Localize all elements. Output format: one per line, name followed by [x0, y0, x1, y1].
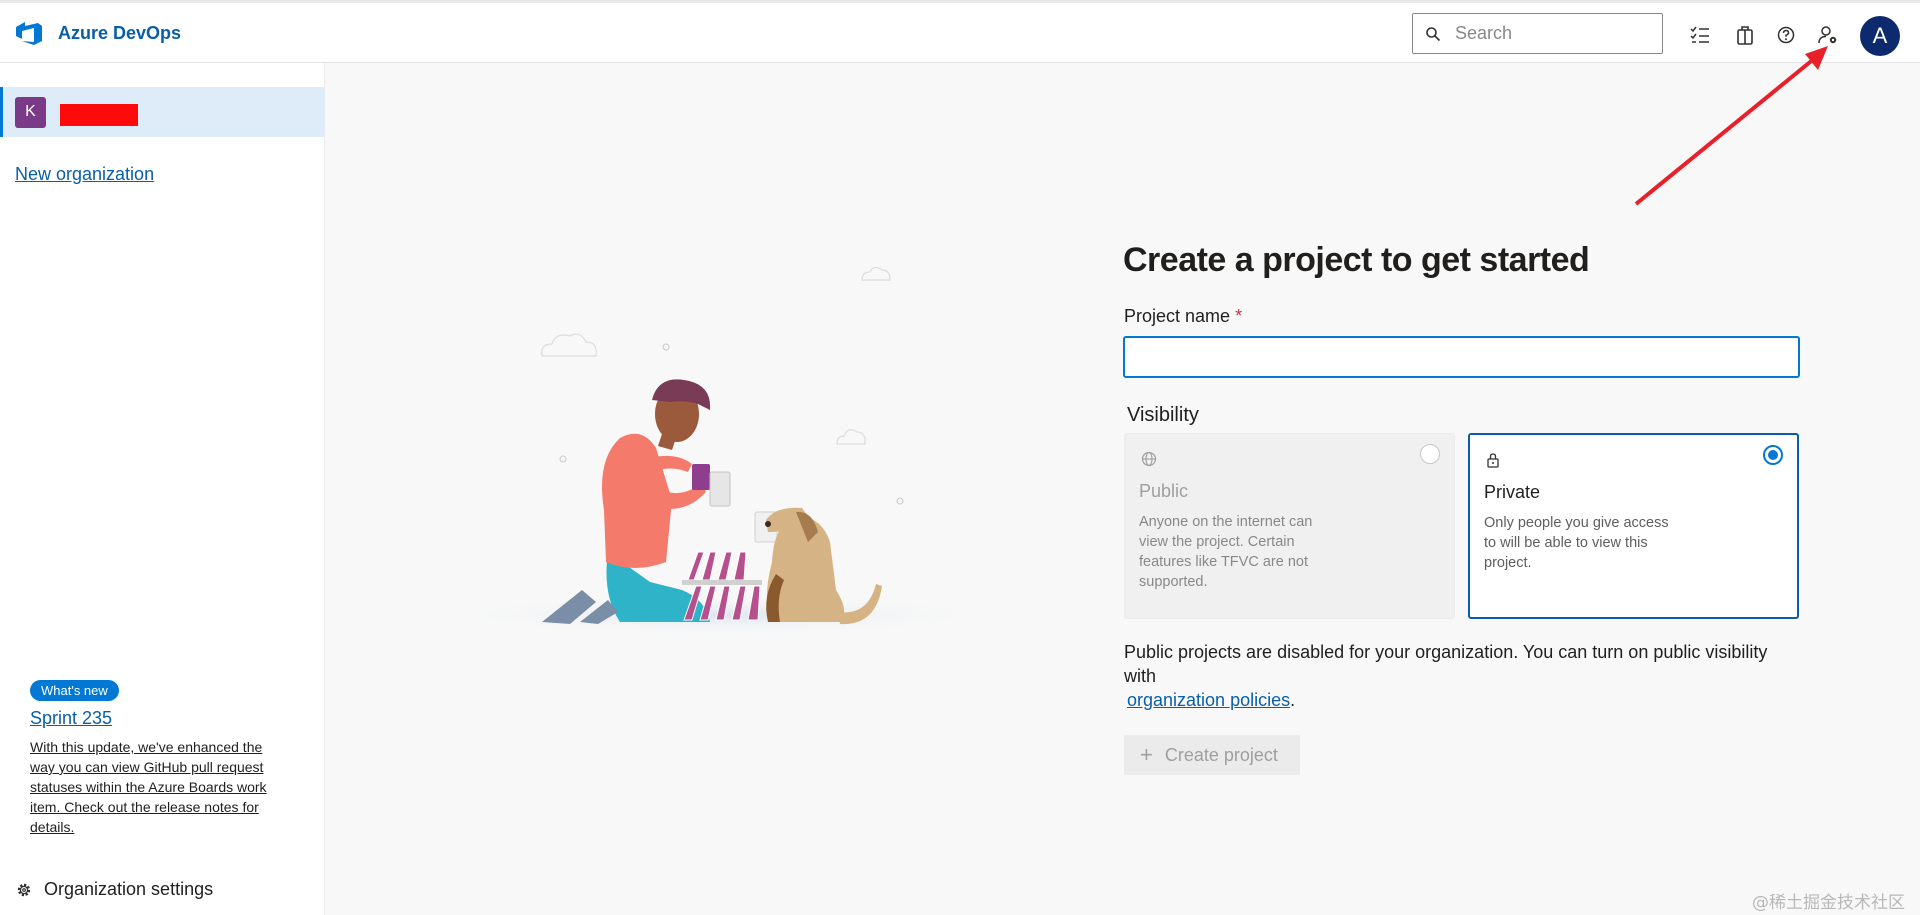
private-radio[interactable]: [1763, 445, 1783, 465]
work-items-icon[interactable]: [1688, 23, 1712, 47]
marketplace-bag-icon[interactable]: [1733, 23, 1757, 47]
public-title: Public: [1139, 481, 1189, 501]
top-bar: Azure DevOps Search A: [0, 0, 1920, 63]
new-organization-link[interactable]: New organization: [15, 164, 154, 185]
brand-name: Azure DevOps: [58, 22, 182, 43]
search-input[interactable]: [1455, 23, 1645, 44]
gear-icon: [17, 883, 31, 896]
search-box[interactable]: [1412, 13, 1663, 54]
help-icon[interactable]: [1774, 23, 1798, 47]
whats-new-badge: What's new: [30, 680, 119, 701]
public-radio[interactable]: [1420, 444, 1440, 464]
release-title-link[interactable]: Sprint 235: [30, 708, 290, 729]
private-title: Private: [1484, 482, 1541, 502]
azure-devops-logo-icon: [16, 22, 42, 45]
public-projects-note: Public projects are disabled for your or…: [1124, 640, 1804, 712]
whats-new-panel: What's new Sprint 235 With this update, …: [30, 680, 290, 837]
project-name-label: Project name *: [1124, 306, 1242, 327]
plus-icon: +: [1140, 742, 1153, 767]
card-house-illustration: [430, 266, 1010, 630]
public-projects-note-text: Public projects are disabled for your or…: [1124, 642, 1768, 686]
user-avatar[interactable]: A: [1860, 16, 1900, 56]
release-notes-link[interactable]: With this update, we've enhanced the way…: [30, 737, 290, 837]
search-icon: [1426, 26, 1441, 41]
project-name-label-text: Project name: [1124, 306, 1231, 326]
lock-icon: [1487, 453, 1499, 468]
public-description: Anyone on the internet can view the proj…: [1139, 514, 1313, 590]
org-avatar: K: [15, 96, 46, 128]
organization-settings-link[interactable]: Organization settings: [16, 879, 213, 900]
visibility-option-public[interactable]: Public Anyone on the internet can view t…: [1124, 433, 1455, 619]
create-project-button[interactable]: + Create project: [1124, 735, 1300, 775]
visibility-label: Visibility: [1127, 404, 1199, 426]
user-settings-icon[interactable]: [1816, 23, 1840, 47]
watermark: @稀土掘金技术社区: [1752, 893, 1905, 913]
organization-settings-label: Organization settings: [44, 879, 214, 899]
required-marker: *: [1235, 306, 1243, 326]
private-description: Only people you give access to will be a…: [1484, 515, 1669, 571]
sidebar-item-organization[interactable]: K: [0, 87, 325, 137]
sidebar: K New organization What's new Sprint 235…: [0, 63, 325, 915]
note-period: .: [1290, 690, 1296, 710]
brand[interactable]: Azure DevOps: [14, 19, 181, 47]
create-project-label: Create project: [1164, 744, 1278, 765]
project-name-input[interactable]: [1123, 336, 1800, 378]
globe-icon: [1141, 451, 1157, 467]
visibility-option-private[interactable]: Private Only people you give access to w…: [1468, 433, 1799, 619]
organization-policies-link[interactable]: organization policies: [1127, 690, 1290, 710]
redacted-org-name: [60, 104, 138, 126]
page-title: Create a project to get started: [1123, 241, 1590, 279]
